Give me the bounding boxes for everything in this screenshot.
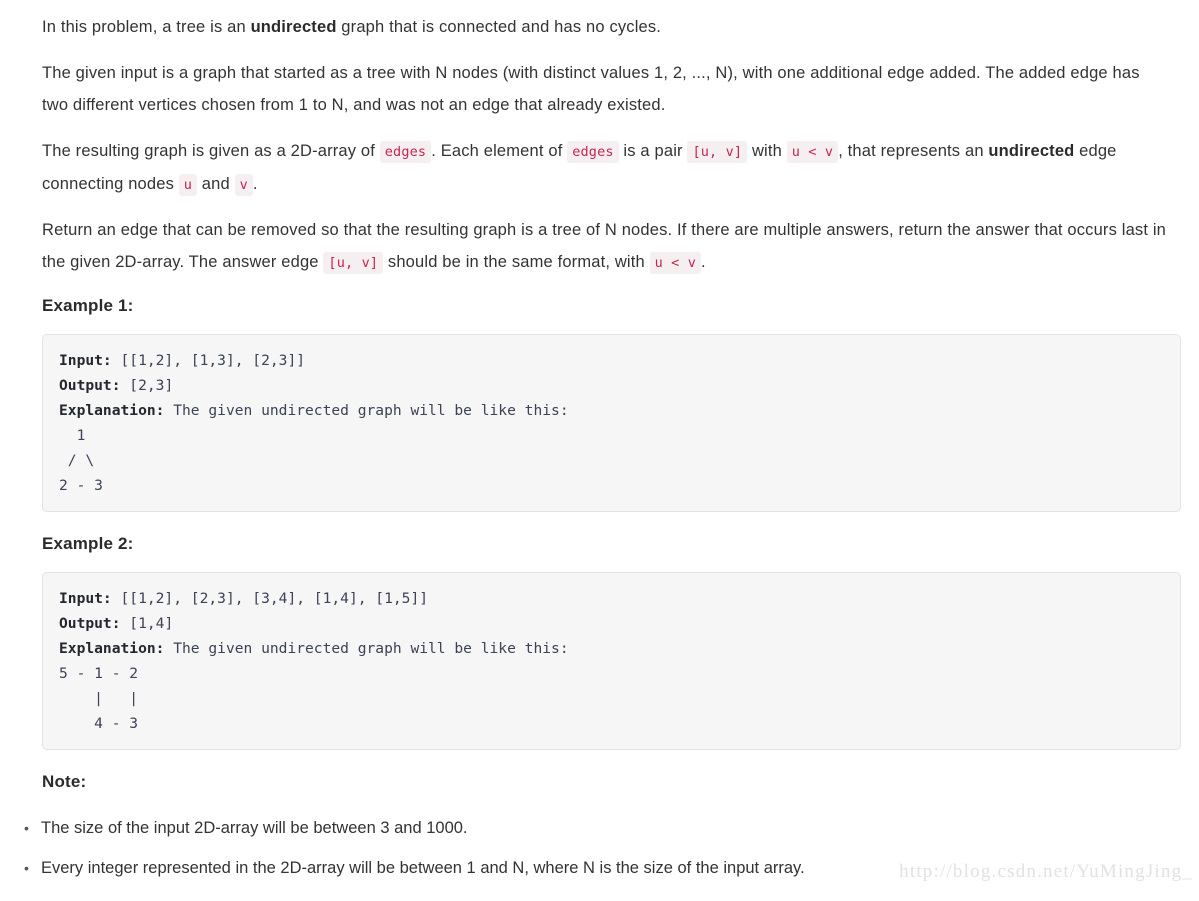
inline-code-pair-uv-1: [u, v]: [687, 141, 748, 163]
intro-bold-undirected: undirected: [250, 18, 337, 36]
bullet-icon: •: [24, 860, 29, 876]
example-2-code-block: Input: [[1,2], [2,3], [3,4], [1,4], [1,5…: [42, 572, 1181, 750]
input-description-paragraph: The given input is a graph that started …: [42, 64, 1140, 114]
inline-code-u: u: [178, 174, 198, 196]
edges-seg-1: The resulting graph is given as a 2D-arr…: [42, 142, 380, 160]
example-1-input-value: [[1,2], [1,3], [2,3]]: [111, 352, 306, 369]
bullet-icon: •: [24, 820, 29, 836]
inline-code-u-lt-v-2: u < v: [649, 252, 702, 274]
example-1-code-block: Input: [[1,2], [1,3], [2,3]] Output: [2,…: [42, 334, 1181, 512]
note-heading: Note:: [42, 772, 87, 791]
example-1-ascii-graph: 1 / \ 2 - 3: [59, 427, 103, 494]
inline-code-pair-uv-2: [u, v]: [323, 252, 384, 274]
example-2-input-label: Input:: [59, 590, 112, 607]
edges-seg-7: and: [197, 175, 235, 193]
intro-text-before-bold: In this problem, a tree is an: [42, 18, 251, 36]
inline-code-edges-1: edges: [379, 141, 432, 163]
edges-format-paragraph: The resulting graph is given as a 2D-arr…: [42, 135, 1162, 201]
edges-bold-undirected: undirected: [988, 142, 1075, 160]
note-item-text: Every integer represented in the 2D-arra…: [41, 859, 805, 877]
edges-seg-3: is a pair: [618, 142, 688, 160]
inline-code-u-lt-v-1: u < v: [786, 141, 839, 163]
example-1-output-label: Output:: [59, 377, 121, 394]
example-2-explanation-label: Explanation:: [59, 640, 165, 657]
edges-seg-2: . Each element of: [431, 142, 568, 160]
edges-seg-8: .: [252, 175, 258, 193]
edges-seg-5: , that represents an: [838, 142, 989, 160]
example-2-output-value: [1,4]: [120, 615, 174, 632]
example-2-output-label: Output:: [59, 615, 121, 632]
intro-paragraph: In this problem, a tree is an undirected…: [42, 11, 1162, 43]
intro-text-after-bold: graph that is connected and has no cycle…: [336, 18, 662, 36]
inline-code-edges-2: edges: [567, 141, 619, 163]
example-1-explanation-label: Explanation:: [59, 402, 165, 419]
example-2-explanation-value: The given undirected graph will be like …: [164, 640, 569, 657]
return-description-paragraph: Return an edge that can be removed so th…: [42, 214, 1170, 279]
edges-seg-4: with: [747, 142, 787, 160]
list-item: • The size of the input 2D-array will be …: [22, 812, 1162, 844]
example-1-explanation-value: The given undirected graph will be like …: [164, 402, 569, 419]
example-1-code: Input: [[1,2], [1,3], [2,3]] Output: [2,…: [59, 348, 1164, 498]
problem-description-page: In this problem, a tree is an undirected…: [0, 0, 1199, 901]
return-seg-3: .: [701, 253, 706, 271]
example-2-heading: Example 2:: [42, 534, 134, 553]
watermark: http://blog.csdn.net/YuMingJing_: [899, 861, 1193, 882]
example-2-input-value: [[1,2], [2,3], [3,4], [1,4], [1,5]]: [111, 590, 429, 607]
example-1-heading: Example 1:: [42, 296, 134, 315]
return-seg-2: should be in the same format, with: [383, 253, 650, 271]
example-1-input-label: Input:: [59, 352, 112, 369]
example-1-output-value: [2,3]: [120, 377, 174, 394]
example-2-code: Input: [[1,2], [2,3], [3,4], [1,4], [1,5…: [59, 586, 1164, 736]
note-item-text: The size of the input 2D-array will be b…: [41, 819, 468, 837]
inline-code-v: v: [234, 174, 253, 196]
example-2-ascii-graph: 5 - 1 - 2 | | 4 - 3: [59, 665, 139, 732]
